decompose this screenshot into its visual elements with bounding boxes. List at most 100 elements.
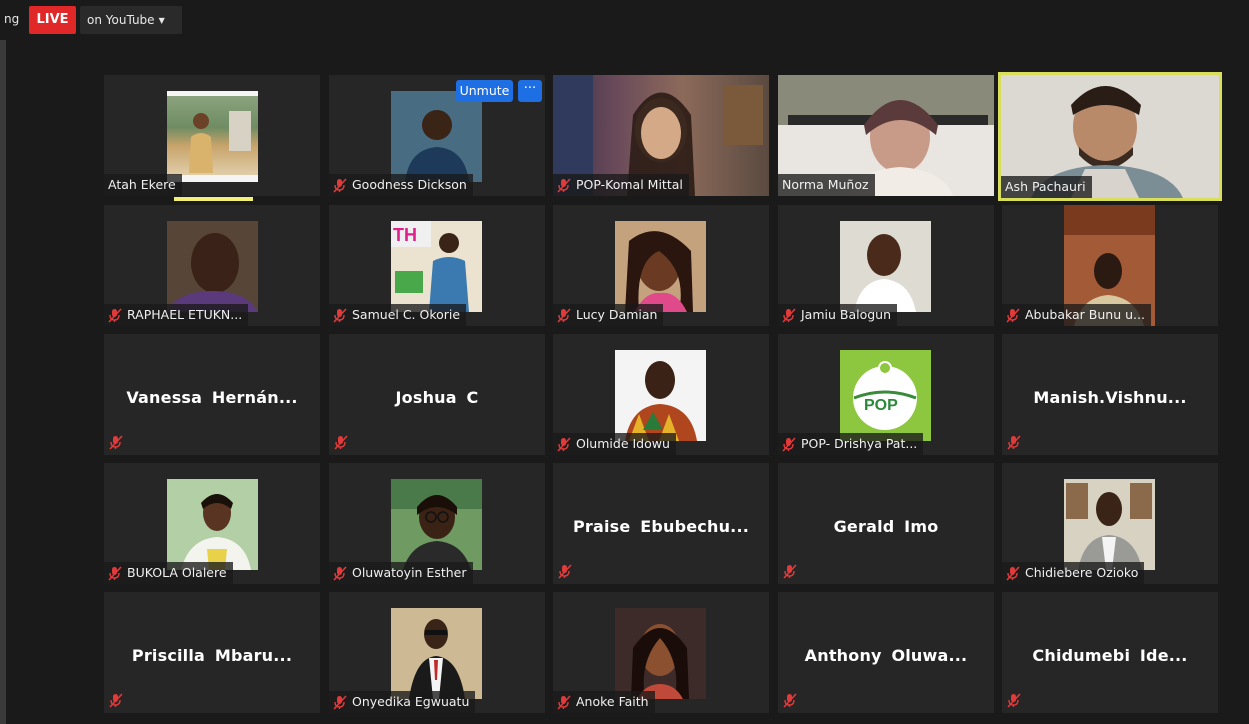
muted-mic-icon [108,565,122,581]
participant-nameplate: Onyedika Egwuatu [329,691,476,713]
participant-avatar [391,608,482,699]
participant-avatar [1064,479,1155,570]
muted-mic-icon [333,177,347,193]
muted-mic-icon [557,694,571,710]
participant-nameplate: Abubakar Bunu u... [1002,304,1151,326]
live-indicator-button[interactable]: LIVE [29,6,76,34]
participant-tile[interactable]: Manish.Vishnu... [1002,334,1218,455]
participant-tile[interactable]: Anoke Faith [553,592,769,713]
window-edge [0,40,6,724]
participant-nameplate: Lucy Damian [553,304,664,326]
participant-avatar [615,350,706,441]
muted-mic-icon [333,307,347,323]
participant-tile[interactable]: Abubakar Bunu u... [1002,205,1218,326]
participant-avatar [615,608,706,699]
participant-nameplate: Samuel C. Okorie [329,304,467,326]
participant-avatar [615,221,706,312]
participant-tile[interactable]: Lucy Damian [553,205,769,326]
participant-name: Ash Pachauri [1005,179,1086,194]
participant-nameplate: Oluwatoyin Esther [329,562,473,584]
active-speaker-tile[interactable]: Ash Pachauri [998,72,1222,201]
participant-tile[interactable]: Joshua C [329,334,545,455]
participant-name: Lucy Damian [576,307,658,322]
participant-avatar: POP [840,350,931,441]
muted-mic-icon [109,693,123,709]
participant-name: Priscilla Mbaru... [131,646,293,665]
participant-tile[interactable]: Oluwatoyin Esther [329,463,545,584]
truncated-label: ng [4,12,20,26]
muted-mic-icon [557,307,571,323]
live-stream-destination-dropdown[interactable]: on YouTube ▼ [80,6,182,34]
participant-tile[interactable]: TH Samuel C. Okorie [329,205,545,326]
participant-tile[interactable]: Norma Muñoz [778,75,994,196]
participant-avatar [840,221,931,312]
participant-nameplate: Ash Pachauri [1001,176,1092,198]
participant-tile[interactable]: POP POP- Drishya Pat... [778,334,994,455]
participant-tile[interactable]: Chidiebere Ozioko [1002,463,1218,584]
participant-name: POP-Komal Mittal [576,177,683,192]
participant-name: Atah Ekere [108,177,176,192]
participant-name: Gerald Imo [833,517,939,536]
participant-name: Norma Muñoz [782,177,869,192]
muted-mic-icon [557,436,571,452]
more-options-button[interactable]: ··· [518,80,542,102]
participant-nameplate: Atah Ekere [104,174,182,196]
muted-mic-icon [109,435,123,451]
participant-avatar: TH [391,221,482,312]
participant-tile[interactable]: BUKOLA Olalere [104,463,320,584]
participant-nameplate: POP- Drishya Pat... [778,433,924,455]
participant-nameplate: BUKOLA Olalere [104,562,233,584]
active-video-indicator [174,197,253,201]
participant-name: Chidiebere Ozioko [1025,565,1139,580]
participant-nameplate: Chidiebere Ozioko [1002,562,1145,584]
participant-name: Manish.Vishnu... [1033,388,1187,407]
participant-avatar [167,91,258,182]
participant-nameplate: Goodness Dickson [329,174,473,196]
participant-tile[interactable]: RAPHAEL ETUKN... [104,205,320,326]
meeting-top-bar: ng LIVE on YouTube ▼ [0,0,1249,40]
participant-name: POP- Drishya Pat... [801,436,918,451]
participant-nameplate: Olumide Idowu [553,433,676,455]
participant-name: Oluwatoyin Esther [352,565,467,580]
participant-tile[interactable]: Chidumebi Ide... [1002,592,1218,713]
participant-nameplate: Jamiu Balogun [778,304,898,326]
participant-tile[interactable]: Onyedika Egwuatu [329,592,545,713]
participant-name: Chidumebi Ide... [1032,646,1188,665]
participant-name: BUKOLA Olalere [127,565,227,580]
participant-nameplate: RAPHAEL ETUKN... [104,304,249,326]
participant-tile[interactable]: Atah Ekere [104,75,320,196]
participant-nameplate: Norma Muñoz [778,174,875,196]
participant-tile[interactable]: Anthony Oluwa... [778,592,994,713]
participant-name: Goodness Dickson [352,177,467,192]
muted-mic-icon [108,307,122,323]
muted-mic-icon [333,694,347,710]
participant-name: Anoke Faith [576,694,649,709]
unmute-button[interactable]: Unmute [456,80,513,102]
muted-mic-icon [782,307,796,323]
caret-down-icon: ▼ [158,16,165,25]
participant-name: Praise Ebubechu... [572,517,750,536]
participant-avatar [167,221,258,312]
live-stream-destination-label: on YouTube [87,13,155,27]
participant-nameplate: Anoke Faith [553,691,655,713]
participant-tile[interactable]: Jamiu Balogun [778,205,994,326]
muted-mic-icon [783,693,797,709]
participant-name: Abubakar Bunu u... [1025,307,1145,322]
participant-tile[interactable]: Vanessa Hernán... [104,334,320,455]
participant-name: Jamiu Balogun [801,307,892,322]
participant-tile[interactable]: Praise Ebubechu... [553,463,769,584]
participant-name: Onyedika Egwuatu [352,694,470,709]
participant-tile[interactable]: Gerald Imo [778,463,994,584]
participant-name: Samuel C. Okorie [352,307,461,322]
participant-name: Joshua C [395,388,479,407]
muted-mic-icon [557,177,571,193]
participant-tile[interactable]: Olumide Idowu [553,334,769,455]
participant-tile[interactable]: POP-Komal Mittal [553,75,769,196]
participant-name: RAPHAEL ETUKN... [127,307,243,322]
participant-tile[interactable]: Priscilla Mbaru... [104,592,320,713]
muted-mic-icon [1007,693,1021,709]
participant-name: Olumide Idowu [576,436,670,451]
muted-mic-icon [333,565,347,581]
pop-logo-text: POP [864,397,898,414]
muted-mic-icon [783,564,797,580]
